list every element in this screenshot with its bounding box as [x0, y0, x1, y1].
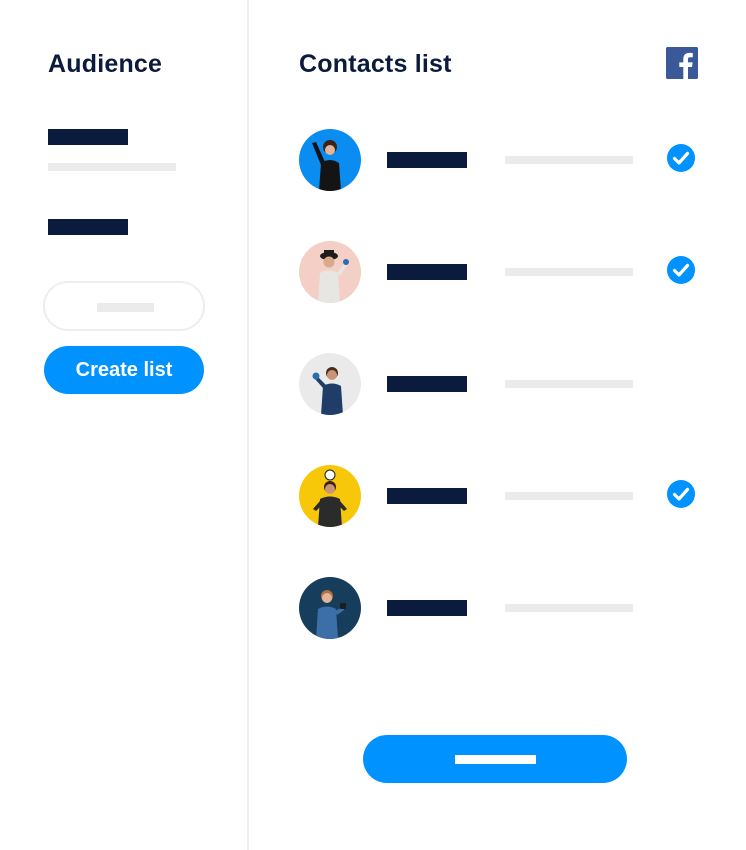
contact-detail-placeholder: [505, 268, 633, 276]
audience-item-label-placeholder: [48, 129, 128, 145]
contact-row[interactable]: [299, 129, 699, 193]
audience-item-detail-placeholder: [48, 163, 176, 171]
checkmark-icon: [666, 143, 696, 173]
sidebar: Audience Create list: [0, 0, 249, 850]
contacts-list-title: Contacts list: [299, 50, 452, 78]
contact-avatar: [299, 577, 361, 639]
contact-row[interactable]: [299, 241, 699, 305]
contact-name-placeholder: [387, 152, 467, 168]
primary-action-button[interactable]: [363, 735, 627, 783]
contact-avatar: [299, 241, 361, 303]
contact-name-placeholder: [387, 376, 467, 392]
contact-name-placeholder: [387, 264, 467, 280]
audience-item-label-placeholder: [48, 219, 128, 235]
checkmark-icon: [666, 255, 696, 285]
audience-title: Audience: [48, 50, 163, 78]
contact-name-placeholder: [387, 600, 467, 616]
contact-avatar: [299, 465, 361, 527]
contact-avatar: [299, 353, 361, 415]
contact-detail-placeholder: [505, 156, 633, 164]
secondary-pill-button[interactable]: [43, 281, 205, 331]
contact-avatar: [299, 129, 361, 191]
checkmark-icon: [666, 479, 696, 509]
facebook-icon: [666, 47, 698, 79]
contact-row[interactable]: [299, 577, 699, 641]
create-list-button[interactable]: Create list: [44, 346, 204, 394]
secondary-pill-label-placeholder: [97, 303, 154, 312]
contact-detail-placeholder: [505, 492, 633, 500]
contact-row[interactable]: [299, 353, 699, 417]
primary-action-label-placeholder: [455, 755, 536, 764]
contact-detail-placeholder: [505, 604, 633, 612]
contact-name-placeholder: [387, 488, 467, 504]
contact-row[interactable]: [299, 465, 699, 529]
contact-detail-placeholder: [505, 380, 633, 388]
contacts-panel: Contacts list: [251, 0, 746, 850]
